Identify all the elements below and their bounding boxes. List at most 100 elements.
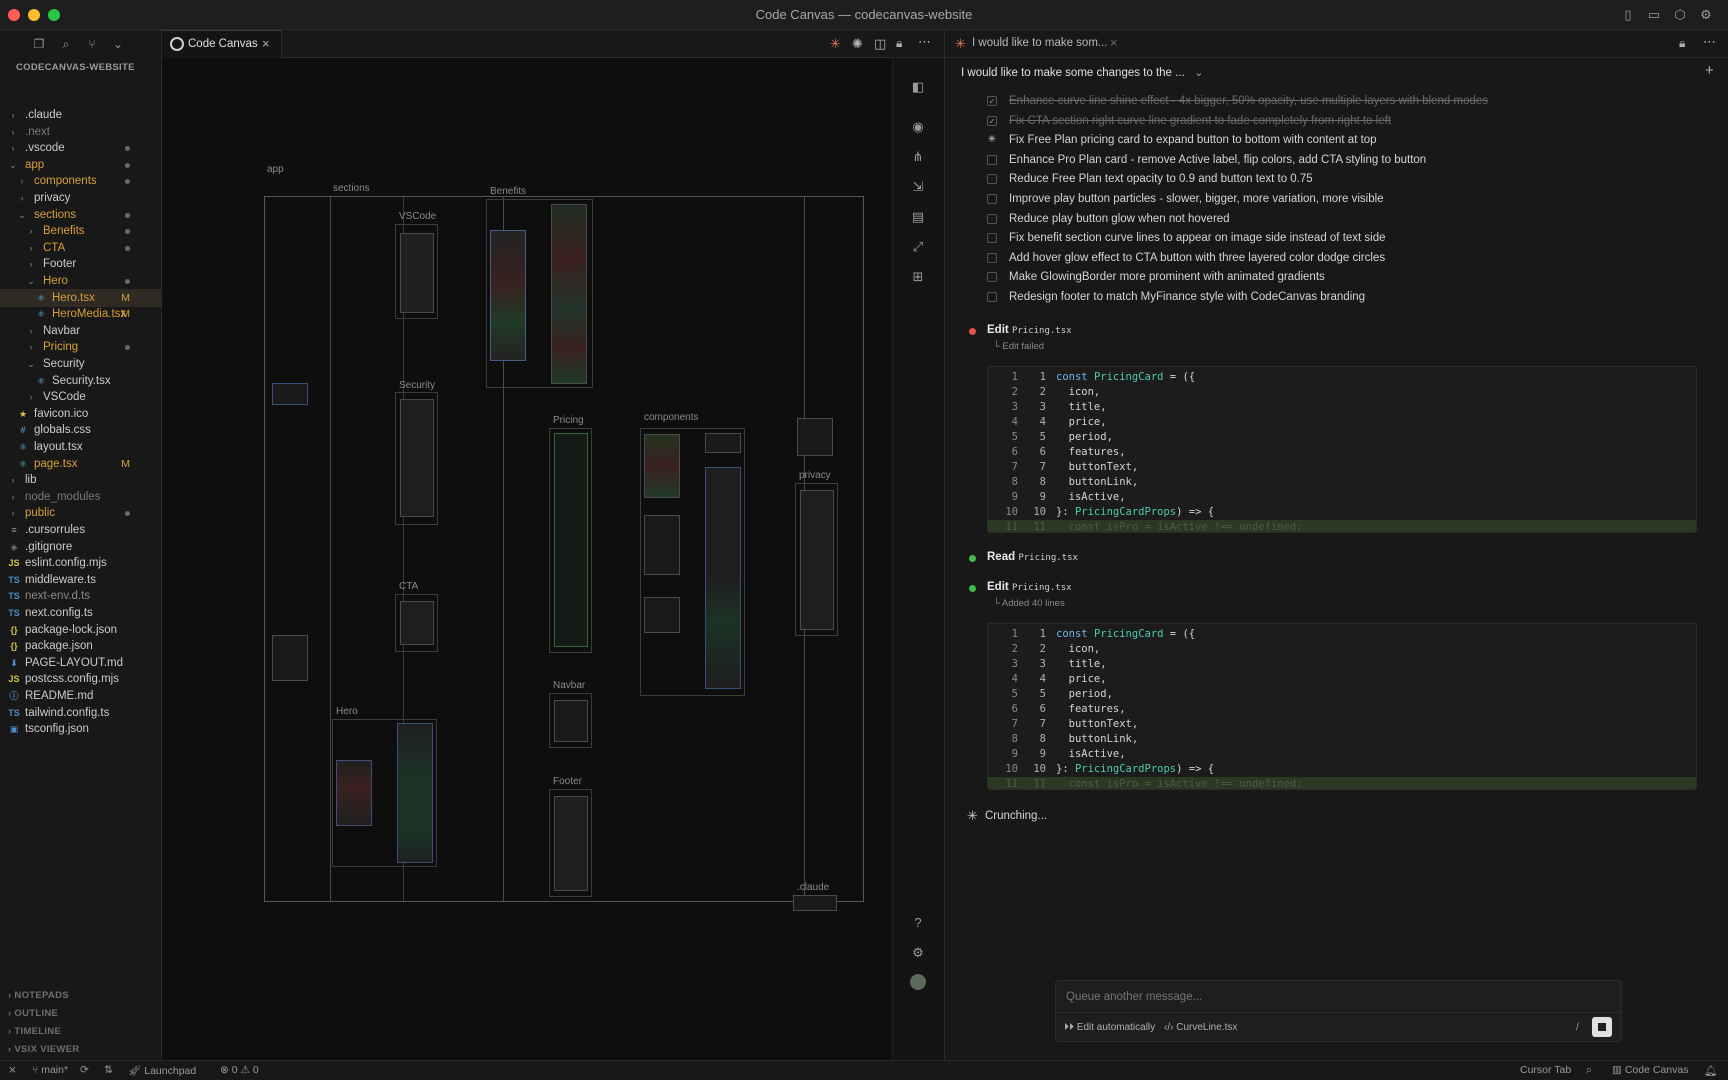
toggle-sidebar-icon[interactable]: ▯ [1620, 7, 1636, 23]
code-diff-block[interactable]: 1 1 const PricingCard = ({2 2 icon, 3 3 title… [987, 366, 1697, 533]
tree-folder[interactable]: › Footer [0, 255, 161, 273]
launchpad-button[interactable]: 🚀︎ Launchpad [128, 1064, 196, 1077]
tree-folder[interactable]: › CTA [0, 239, 161, 257]
chat-tab-title[interactable]: I would like to make som... [972, 37, 1108, 49]
tree-file[interactable]: JS postcss.config.mjs [0, 670, 161, 688]
claude-card[interactable] [793, 895, 837, 911]
publish-icon[interactable]: ⇅ [104, 1064, 113, 1076]
group-benefits[interactable] [486, 199, 593, 388]
stop-button[interactable] [1592, 1017, 1612, 1037]
group-components[interactable] [640, 428, 745, 696]
tab-code-canvas[interactable]: Code Canvas × [162, 30, 282, 58]
section-notepads[interactable]: › NOTEPADS [8, 990, 69, 1001]
tree-folder[interactable]: › components [0, 172, 161, 190]
document-icon[interactable]: ▤ [909, 208, 927, 226]
tree-file[interactable]: ≡ .cursorrules [0, 521, 161, 539]
more-actions-icon[interactable]: ⋯ [1703, 34, 1716, 50]
problems-indicator[interactable]: ⊗ 0 ⚠ 0 [220, 1064, 259, 1076]
extension-icon[interactable]: ⬡ [1672, 7, 1688, 23]
conversation-title[interactable]: I would like to make some changes to the… [961, 65, 1204, 79]
tree-folder[interactable]: › Navbar [0, 322, 161, 340]
step-edit[interactable]: Edit Pricing.tsx [987, 581, 1072, 593]
preview-eye-icon[interactable]: ◉ [909, 118, 927, 136]
tree-file[interactable]: TS tailwind.config.ts [0, 704, 161, 722]
avatar[interactable] [910, 974, 926, 990]
group-privacy[interactable] [795, 483, 838, 636]
help-icon[interactable]: ? [909, 914, 927, 932]
step-edit-failed[interactable]: Edit Pricing.tsx [987, 324, 1072, 336]
tree-file[interactable]: ⬇ PAGE-LAYOUT.md [0, 654, 161, 672]
tree-folder[interactable]: ⌄ Security [0, 355, 161, 373]
edit-mode-button[interactable]: ⏵⏵ Edit automatically [1064, 1022, 1155, 1033]
tree-folder[interactable]: › node_modules [0, 488, 161, 506]
tree-file[interactable]: {} package-lock.json [0, 621, 161, 639]
close-tab-icon[interactable]: × [1110, 35, 1118, 50]
files-icon[interactable]: ❐ [31, 36, 47, 52]
grid-layout-icon[interactable]: ⊞ [909, 268, 927, 286]
tree-file[interactable]: TS middleware.ts [0, 571, 161, 589]
group-footer[interactable] [549, 789, 592, 897]
tree-file[interactable]: # globals.css [0, 421, 161, 439]
close-tab-icon[interactable]: × [262, 36, 270, 51]
more-actions-icon[interactable]: ⋯ [918, 34, 931, 50]
step-read[interactable]: Read Pricing.tsx [987, 551, 1078, 563]
tree-folder[interactable]: › .vscode [0, 139, 161, 157]
tree-folder[interactable]: ⌄ sections [0, 206, 161, 224]
tree-file[interactable]: TS next-env.d.ts [0, 587, 161, 605]
message-input[interactable] [1066, 988, 1606, 1006]
group-security[interactable] [395, 392, 438, 525]
source-control-icon[interactable]: ⑂ [84, 36, 100, 52]
code-canvas-view[interactable]: app sections Benefits VSCode Security Pr… [162, 58, 892, 1060]
section-outline[interactable]: › OUTLINE [8, 1008, 58, 1019]
code-canvas-status[interactable]: ▥ Code Canvas [1612, 1064, 1688, 1076]
branch-indicator[interactable]: ⑂ main* [32, 1064, 68, 1076]
zoom-search-icon[interactable]: ⌕ [1586, 1064, 1592, 1077]
lock-icon[interactable]: 🔒︎ [896, 36, 902, 51]
panel-toggle-icon[interactable]: ◧ [909, 78, 927, 96]
tree-file[interactable]: ◈ .gitignore [0, 538, 161, 556]
openai-icon[interactable]: ✺ [852, 36, 863, 52]
connect-nodes-icon[interactable]: ⤢ [909, 238, 927, 256]
tree-file[interactable]: JS eslint.config.mjs [0, 554, 161, 572]
group-navbar[interactable] [549, 693, 592, 748]
sync-icon[interactable]: ⟳ [80, 1064, 89, 1076]
lock-icon[interactable]: 🔒︎ [1679, 36, 1685, 51]
import-icon[interactable]: ⇲ [909, 178, 927, 196]
tree-folder[interactable]: ⌄ Hero [0, 272, 161, 290]
remote-icon[interactable]: ⨯ [8, 1064, 17, 1076]
group-vscode[interactable] [395, 224, 438, 319]
cursor-tab-button[interactable]: Cursor Tab [1520, 1064, 1571, 1076]
tree-file[interactable]: ⚛ Security.tsx [0, 372, 161, 390]
tree-file[interactable]: ★ favicon.ico [0, 405, 161, 423]
group-pricing[interactable] [549, 428, 592, 653]
section-vsix-viewer[interactable]: › VSIX VIEWER [8, 1044, 79, 1055]
share-graph-icon[interactable]: ⋔ [909, 148, 927, 166]
group-cta[interactable] [395, 594, 438, 652]
tree-file[interactable]: ⚛ page.tsx M [0, 455, 161, 473]
tree-folder[interactable]: › .claude [0, 106, 161, 124]
tree-file[interactable]: ⚛ layout.tsx [0, 438, 161, 456]
explorer-root-header[interactable]: CODECANVAS-WEBSITE [16, 62, 135, 73]
notifications-bell-icon[interactable]: 🔔︎ [1704, 1064, 1717, 1077]
claude-spark-icon[interactable]: ✳ [830, 36, 841, 52]
settings-gear-icon[interactable]: ⚙ [1698, 7, 1714, 23]
slash-command-button[interactable]: / [1576, 1021, 1579, 1033]
tree-folder[interactable]: › .next [0, 123, 161, 141]
toggle-panel-icon[interactable]: ▭ [1646, 7, 1662, 23]
tree-folder[interactable]: › privacy [0, 189, 161, 207]
section-timeline[interactable]: › TIMELINE [8, 1026, 61, 1037]
tree-file[interactable]: TS next.config.ts [0, 604, 161, 622]
split-editor-icon[interactable]: ◫ [874, 36, 886, 52]
context-file-chip[interactable]: ‹/› CurveLine.tsx [1164, 1022, 1237, 1033]
tree-folder[interactable]: › Pricing [0, 338, 161, 356]
tree-folder[interactable]: › lib [0, 471, 161, 489]
search-icon[interactable]: ⌕ [58, 36, 74, 52]
chevron-down-icon[interactable]: ⌄ [110, 36, 126, 52]
tree-file[interactable]: ⚛ HeroMedia.tsx M [0, 305, 161, 323]
tree-file[interactable]: ▣ tsconfig.json [0, 720, 161, 738]
new-chat-plus-icon[interactable]: + [1705, 62, 1714, 79]
tree-file[interactable]: ⚛ Hero.tsx M [0, 288, 161, 307]
tree-folder[interactable]: › VSCode [0, 388, 161, 406]
tree-file[interactable]: ⓘ README.md [0, 687, 161, 705]
tree-folder[interactable]: › Benefits [0, 222, 161, 240]
